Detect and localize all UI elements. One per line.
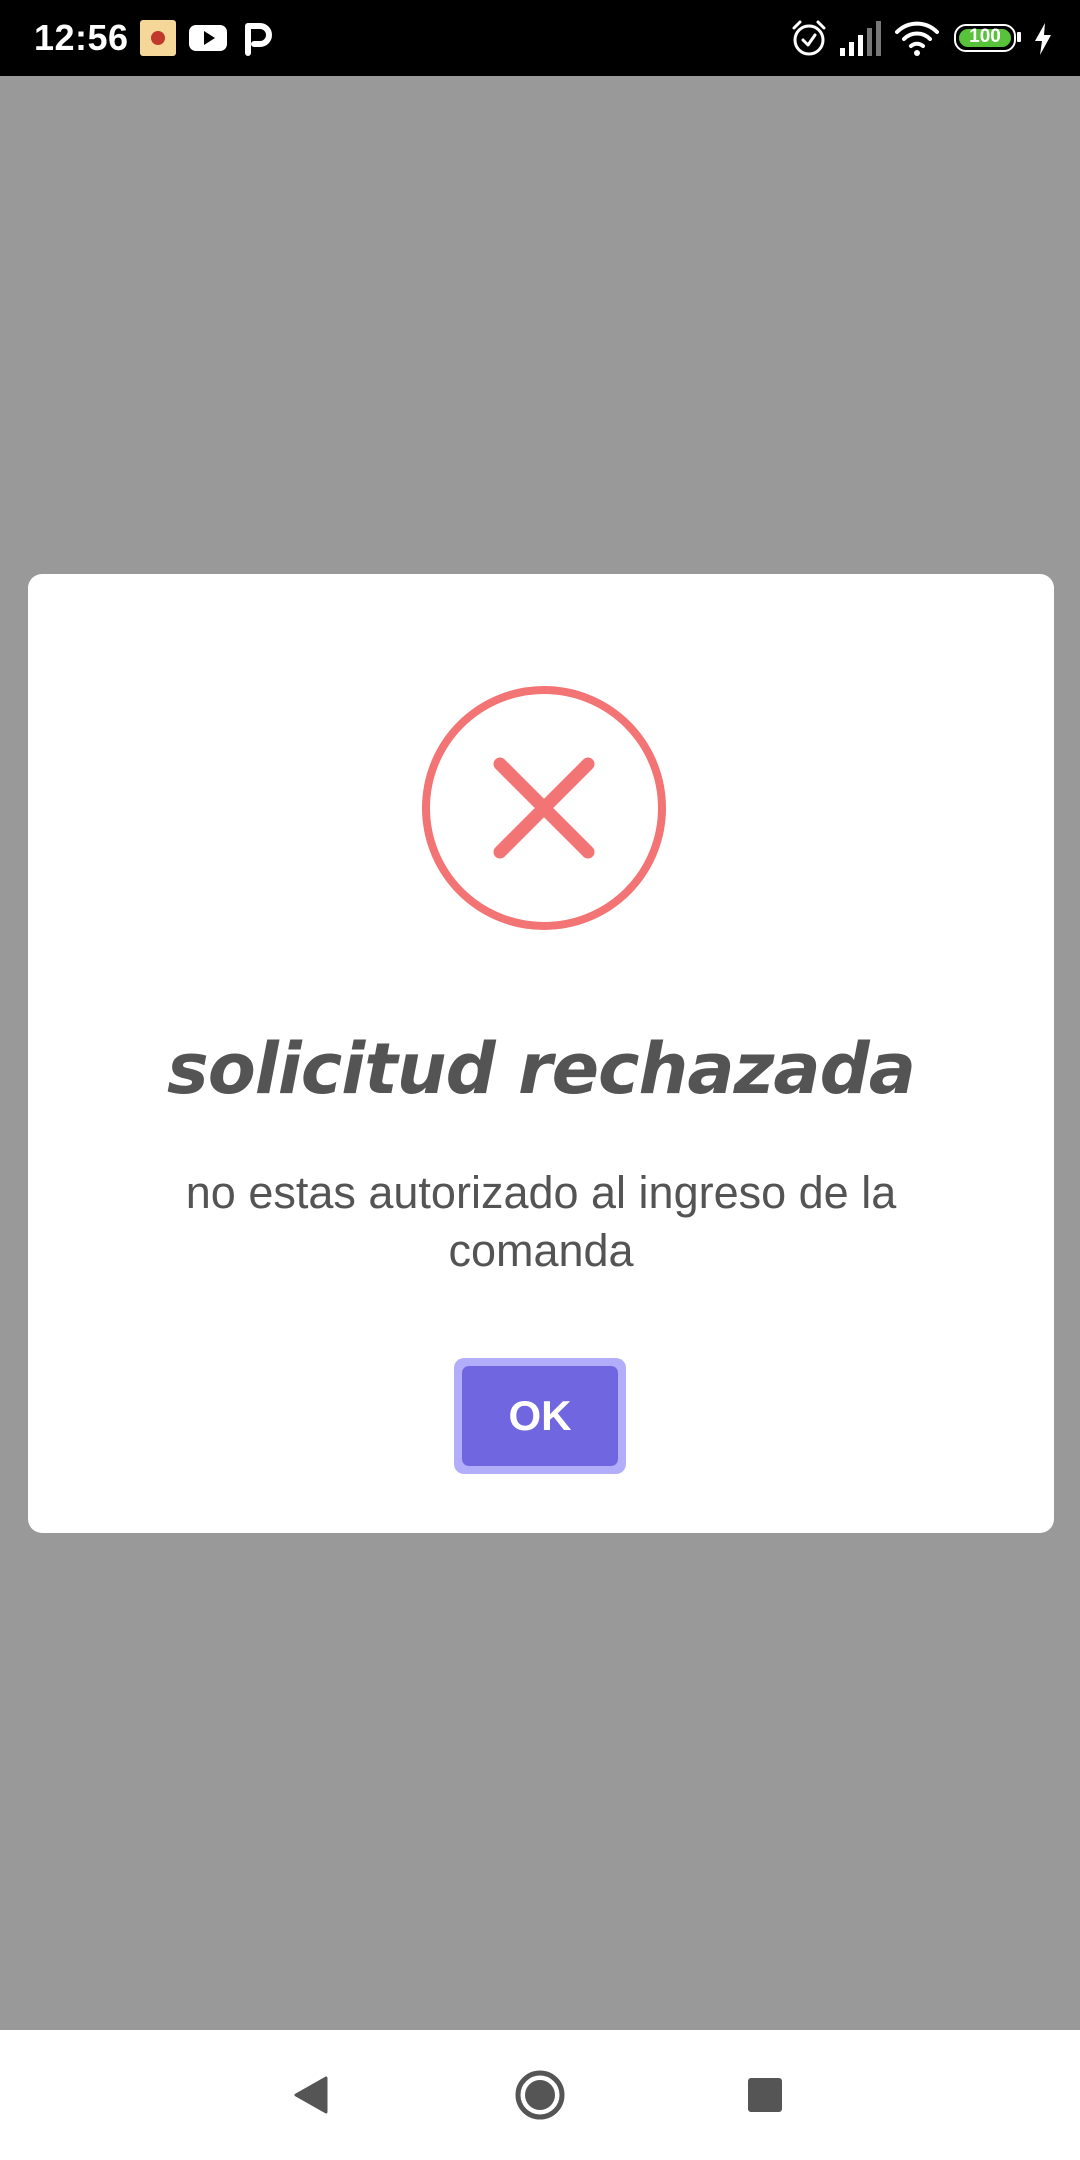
battery-icon: 100 [954, 24, 1024, 52]
dialog-message: no estas autorizado al ingreso de la com… [185, 1167, 897, 1276]
app-notification-icon [140, 20, 176, 56]
error-dialog: solicitud rechazada no estas autorizado … [28, 574, 1054, 1533]
youtube-icon [189, 25, 227, 51]
recents-icon[interactable] [735, 2065, 795, 2125]
error-x-icon [422, 686, 666, 930]
home-icon[interactable] [510, 2065, 570, 2125]
navigation-bar [0, 2030, 1080, 2160]
ok-button[interactable]: OK [462, 1366, 618, 1466]
p-app-icon [245, 23, 272, 56]
charging-icon [1035, 23, 1051, 55]
status-bar: 12:56 100 [0, 0, 1080, 76]
dialog-title: solicitud rechazada [167, 1028, 916, 1110]
wifi-icon [895, 21, 939, 56]
back-icon[interactable] [282, 2065, 342, 2125]
battery-level-text: 100 [969, 26, 1001, 47]
status-time: 12:56 [34, 17, 129, 58]
ok-button-focus-ring: OK [454, 1358, 626, 1474]
signal-icon [840, 21, 881, 56]
alarm-icon [792, 20, 826, 56]
